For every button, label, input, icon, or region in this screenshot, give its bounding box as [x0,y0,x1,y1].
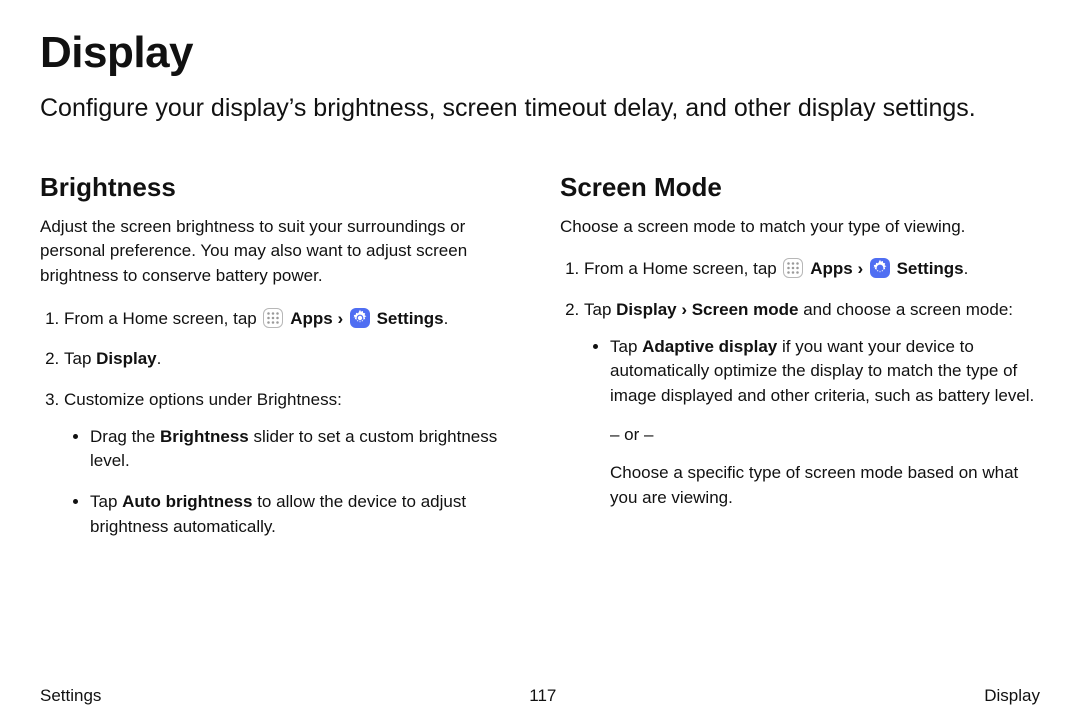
footer-right: Display [984,686,1040,706]
apps-icon [783,258,803,278]
two-column-layout: Brightness Adjust the screen brightness … [40,172,1040,555]
heading-brightness: Brightness [40,172,520,203]
step-1-home-apps-settings: From a Home screen, tap Apps › Settings. [64,307,520,332]
settings-label: Settings [897,259,964,278]
apps-label: Apps [810,259,853,278]
chevron-icon: › [337,309,343,328]
brightness-options: Drag the Brightness slider to set a cust… [64,425,520,540]
chevron-icon: › [857,259,863,278]
brightness-steps: From a Home screen, tap Apps › Settings.… [40,307,520,539]
brightness-description: Adjust the screen brightness to suit you… [40,215,520,289]
intro-text: Configure your display’s brightness, scr… [40,92,1040,126]
period: . [444,309,449,328]
screen-mode-description: Choose a screen mode to match your type … [560,215,1040,240]
settings-label: Settings [377,309,444,328]
screen-mode-steps: From a Home screen, tap Apps › Settings.… [560,257,1040,510]
option-adaptive-display: Tap Adaptive display if you want your de… [610,335,1040,511]
or-divider: – or – [610,423,1040,448]
settings-icon [870,258,890,278]
page-title: Display [40,28,1040,78]
period: . [964,259,969,278]
manual-page: Display Configure your display’s brightn… [0,0,1080,720]
step-text: From a Home screen, tap [64,309,261,328]
step-2-tap-display: Tap Display. [64,347,520,372]
column-screen-mode: Screen Mode Choose a screen mode to matc… [560,172,1040,555]
step-text: From a Home screen, tap [584,259,781,278]
step-3-customize: Customize options under Brightness: Drag… [64,388,520,539]
choose-specific-mode: Choose a specific type of screen mode ba… [610,461,1040,510]
footer-left: Settings [40,686,101,706]
heading-screen-mode: Screen Mode [560,172,1040,203]
footer-page-number: 117 [529,686,556,706]
step-2-display-screen-mode: Tap Display › Screen mode and choose a s… [584,298,1040,510]
option-auto-brightness: Tap Auto brightness to allow the device … [90,490,520,539]
option-brightness-slider: Drag the Brightness slider to set a cust… [90,425,520,474]
page-footer: Settings 117 Display [40,686,1040,706]
step-1-home-apps-settings: From a Home screen, tap Apps › Settings. [584,257,1040,282]
screen-mode-options: Tap Adaptive display if you want your de… [584,335,1040,511]
settings-icon [350,308,370,328]
apps-label: Apps [290,309,333,328]
column-brightness: Brightness Adjust the screen brightness … [40,172,520,555]
apps-icon [263,308,283,328]
